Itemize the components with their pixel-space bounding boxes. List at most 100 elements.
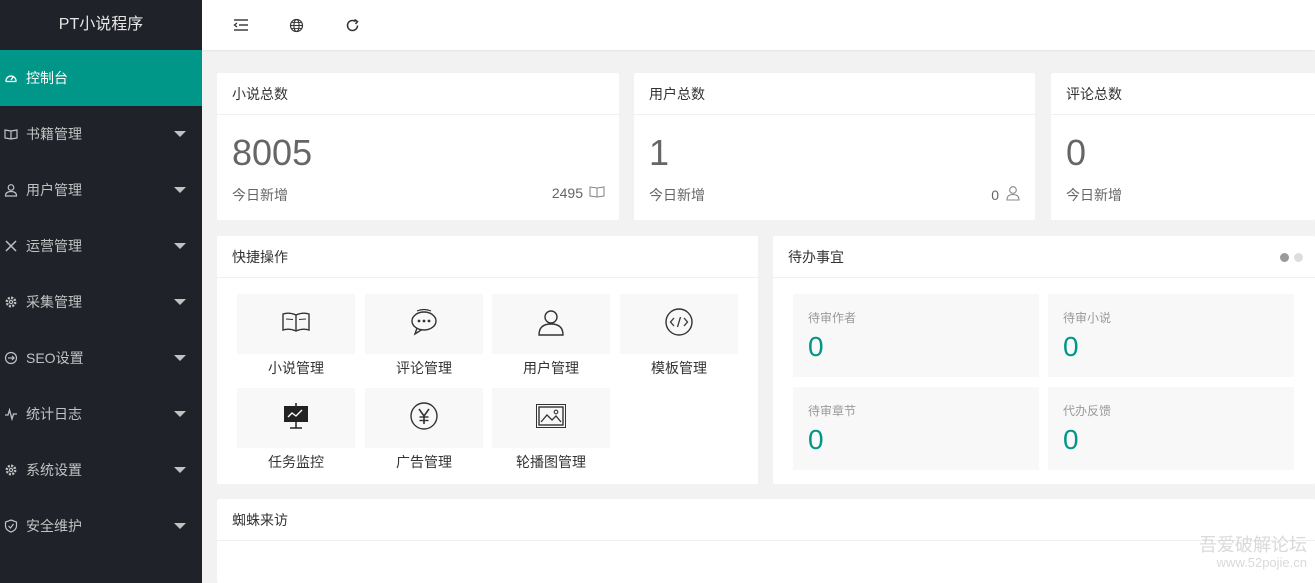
quick-user-manage[interactable]: 用户管理 (492, 294, 610, 384)
todo-card: 待办事宜 待审作者 0 待审小说 0 待审章节 0 代办反馈 0 (773, 236, 1315, 484)
watermark: 吾爱破解论坛 www.52pojie.cn (1199, 535, 1307, 571)
stat-card-users: 用户总数 1 今日新增 0 (634, 73, 1035, 220)
watermark-line1: 吾爱破解论坛 (1199, 535, 1307, 555)
stat-today-value: 0 (991, 186, 999, 203)
picture-icon (535, 403, 567, 434)
sidebar-item-system[interactable]: 系统设置 (0, 442, 202, 498)
card-title: 用户总数 (634, 73, 1035, 115)
seo-icon (2, 349, 20, 367)
quick-ad-manage[interactable]: 广告管理 (365, 388, 483, 478)
tools-icon (2, 237, 20, 255)
stat-value: 0 (1066, 132, 1087, 173)
todo-pending-authors[interactable]: 待审作者 0 (793, 294, 1039, 377)
sidebar-item-label: 系统设置 (26, 462, 82, 478)
sidebar-item-books[interactable]: 书籍管理 (0, 106, 202, 162)
stat-value: 1 (649, 132, 670, 173)
todo-pending-chapters[interactable]: 待审章节 0 (793, 387, 1039, 470)
sidebar-item-operations[interactable]: 运营管理 (0, 218, 202, 274)
settings-icon (2, 461, 20, 479)
book-icon (2, 125, 20, 143)
todo-label: 代办反馈 (1063, 404, 1112, 418)
sidebar-item-label: SEO设置 (26, 350, 84, 366)
sidebar: PT小说程序 控制台 书籍管理 用户管理 运营管理 采集管理 SEO设置 统计日… (0, 0, 202, 583)
quick-actions-card: 快捷操作 小说管理 评论管理 用户管理 模板管理 任务监控 广告管理 轮播图管理 (217, 236, 758, 484)
quick-comment-manage[interactable]: 评论管理 (365, 294, 483, 384)
quick-action-label: 模板管理 (651, 360, 707, 376)
todo-value: 0 (808, 331, 824, 362)
dashboard-icon (2, 69, 20, 87)
sidebar-item-users[interactable]: 用户管理 (0, 162, 202, 218)
sidebar-item-label: 控制台 (26, 70, 68, 86)
chevron-down-icon (174, 355, 186, 361)
menu-collapse-icon[interactable] (231, 15, 251, 35)
stat-today: 2495 (552, 185, 605, 201)
quick-novel-manage[interactable]: 小说管理 (237, 294, 355, 384)
stat-sub-label: 今日新增 (1066, 187, 1122, 203)
brand-title[interactable]: PT小说程序 (0, 0, 202, 50)
refresh-icon[interactable] (342, 15, 362, 35)
carousel-indicator[interactable] (1280, 253, 1303, 262)
todo-value: 0 (808, 424, 824, 455)
chevron-down-icon (174, 467, 186, 473)
book-icon (281, 310, 311, 339)
stat-card-novels: 小说总数 8005 今日新增 2495 (217, 73, 619, 220)
todo-pending-novels[interactable]: 待审小说 0 (1048, 294, 1294, 377)
stat-card-comments: 评论总数 0 今日新增 (1051, 73, 1315, 220)
sidebar-item-dashboard[interactable]: 控制台 (0, 50, 202, 106)
quick-template-manage[interactable]: 模板管理 (620, 294, 738, 384)
watermark-line2: www.52pojie.cn (1216, 555, 1307, 570)
code-icon (664, 307, 694, 342)
quick-action-label: 用户管理 (523, 360, 579, 376)
yen-icon (409, 401, 439, 436)
todo-feedback[interactable]: 代办反馈 0 (1048, 387, 1294, 470)
sidebar-item-label: 采集管理 (26, 294, 82, 310)
stat-today: 0 (991, 185, 1021, 204)
user-icon (2, 181, 20, 199)
quick-task-monitor[interactable]: 任务监控 (237, 388, 355, 478)
chevron-down-icon (174, 131, 186, 137)
sidebar-item-label: 安全维护 (26, 518, 82, 534)
pulse-icon (2, 405, 20, 423)
shield-icon (2, 517, 20, 535)
quick-action-label: 小说管理 (268, 360, 324, 376)
stat-value: 8005 (232, 132, 313, 173)
sidebar-item-label: 书籍管理 (26, 126, 82, 142)
todo-value: 0 (1063, 331, 1079, 362)
todo-label: 待审章节 (808, 404, 857, 418)
user-icon (1005, 185, 1021, 204)
sidebar-item-security[interactable]: 安全维护 (0, 498, 202, 554)
todo-value: 0 (1063, 424, 1079, 455)
todo-label: 待审小说 (1063, 311, 1112, 325)
todo-label: 待审作者 (808, 311, 857, 325)
gear-icon (2, 293, 20, 311)
quick-action-label: 评论管理 (396, 360, 452, 376)
chevron-down-icon (174, 523, 186, 529)
card-title: 评论总数 (1051, 73, 1315, 115)
card-title: 待办事宜 (773, 236, 1315, 278)
chevron-down-icon (174, 411, 186, 417)
stat-today-value: 2495 (551, 185, 583, 201)
card-title: 快捷操作 (217, 236, 758, 278)
chevron-down-icon (174, 243, 186, 249)
carousel-dot-active[interactable] (1280, 253, 1289, 262)
chat-icon (409, 308, 439, 341)
monitor-icon (281, 402, 311, 435)
top-header (202, 0, 1315, 50)
quick-action-label: 轮播图管理 (516, 454, 586, 470)
card-title: 小说总数 (217, 73, 619, 115)
book-icon (589, 185, 605, 201)
user-icon (536, 307, 566, 342)
sidebar-item-stats[interactable]: 统计日志 (0, 386, 202, 442)
stat-sub-label: 今日新增 (649, 187, 705, 203)
chevron-down-icon (174, 299, 186, 305)
sidebar-item-collect[interactable]: 采集管理 (0, 274, 202, 330)
stat-sub-label: 今日新增 (232, 187, 288, 203)
quick-carousel-manage[interactable]: 轮播图管理 (492, 388, 610, 478)
sidebar-item-label: 统计日志 (26, 406, 82, 422)
carousel-dot[interactable] (1294, 253, 1303, 262)
globe-icon[interactable] (286, 15, 306, 35)
quick-action-label: 任务监控 (268, 454, 324, 470)
card-title: 蜘蛛来访 (217, 499, 1315, 541)
sidebar-item-seo[interactable]: SEO设置 (0, 330, 202, 386)
chevron-down-icon (174, 187, 186, 193)
